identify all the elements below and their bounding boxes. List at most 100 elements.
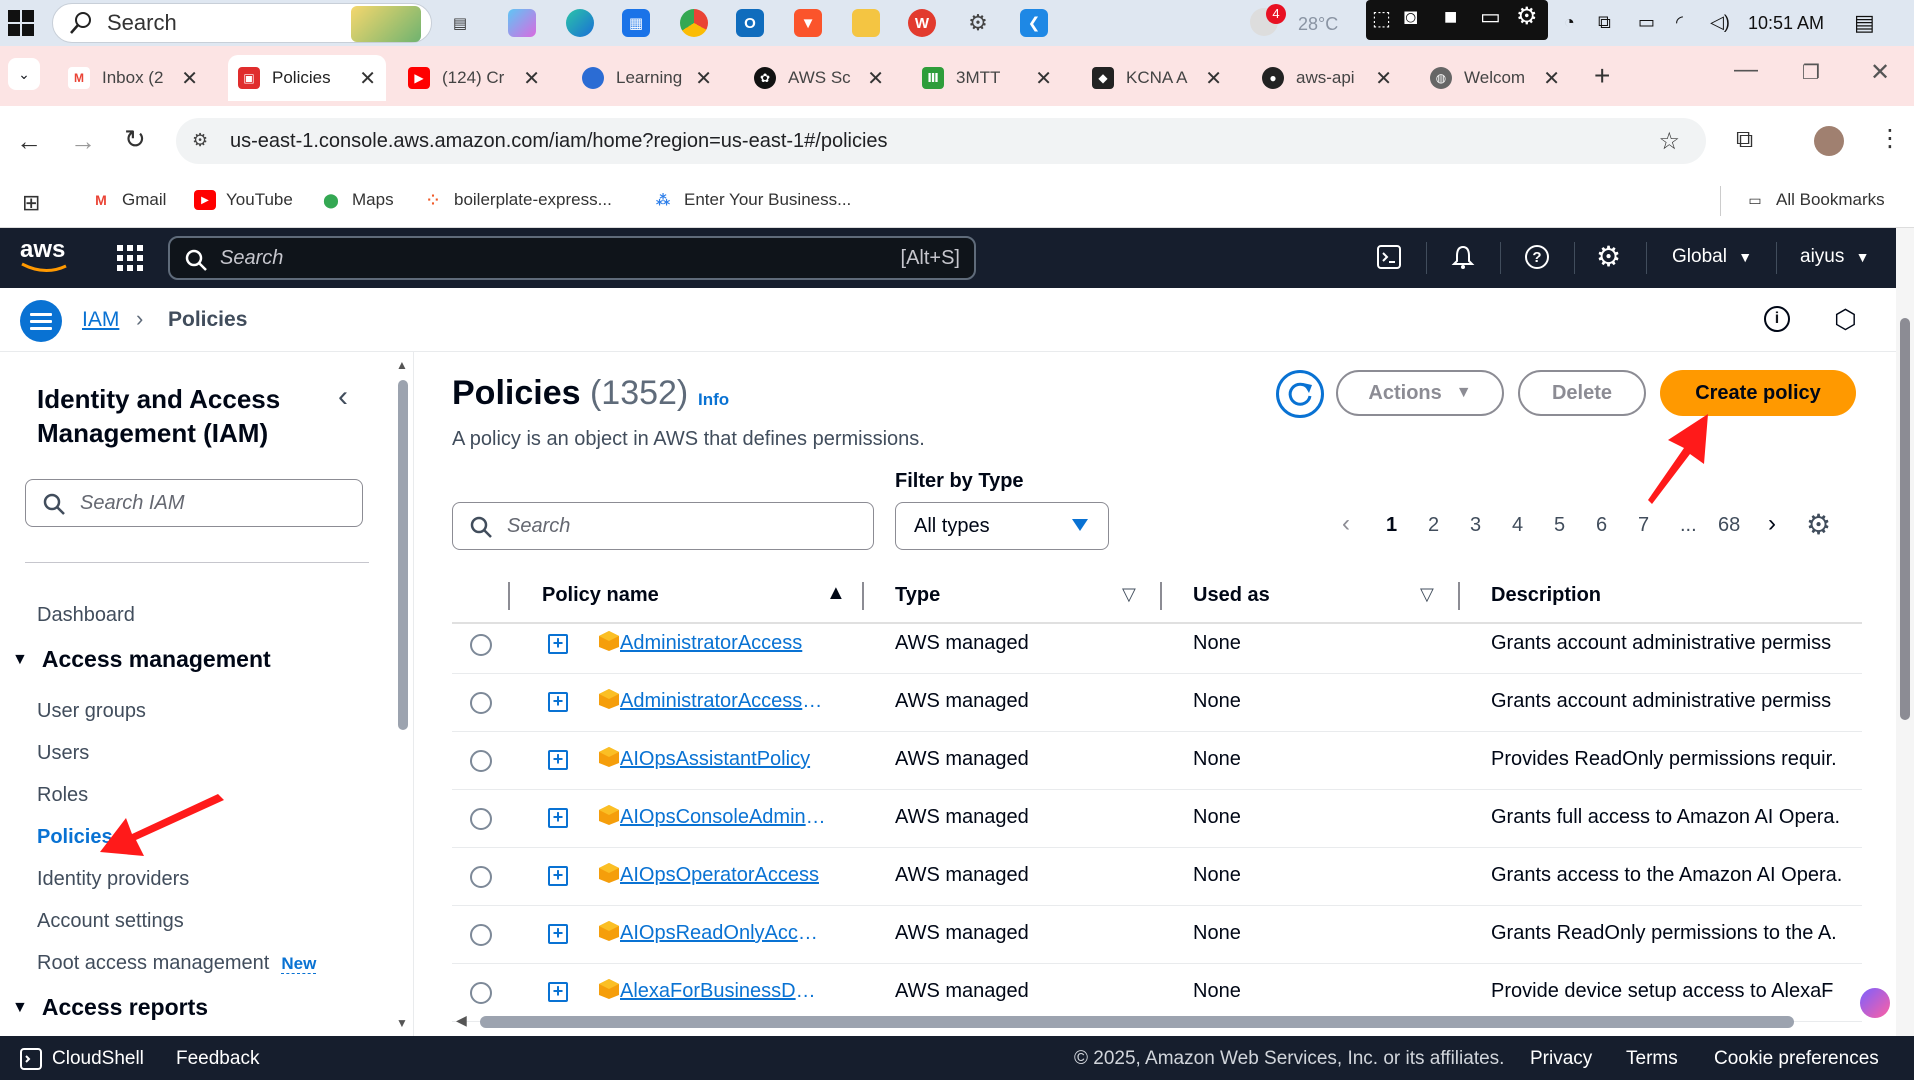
sidebar-item-dashboard[interactable]: Dashboard [37, 604, 135, 627]
extensions-icon[interactable]: ⧉ [1736, 126, 1753, 154]
table-row[interactable]: + AdministratorAccess AWS managed None G… [452, 616, 1862, 674]
row-radio[interactable] [470, 750, 492, 772]
tab-github[interactable]: ● aws-api ✕ [1252, 55, 1402, 101]
gear-icon[interactable]: ⚙ [1516, 2, 1538, 31]
privacy-link[interactable]: Privacy [1530, 1048, 1592, 1070]
browser-menu-icon[interactable]: ⋮ [1878, 124, 1902, 153]
close-icon[interactable]: ✕ [1205, 66, 1222, 91]
page-68[interactable]: 68 [1718, 514, 1740, 537]
aws-search-input[interactable]: Search [Alt+S] [168, 236, 976, 280]
windows-start-icon[interactable] [8, 10, 34, 36]
brave-icon[interactable]: ▼ [794, 9, 822, 37]
vscode-icon[interactable]: ❮ [1020, 9, 1048, 37]
sidebar-scrollbar[interactable] [398, 380, 408, 730]
tab-youtube[interactable]: ▶ (124) Cr ✕ [398, 55, 550, 101]
volume-icon[interactable]: ◁) [1710, 12, 1730, 33]
copilot-icon[interactable] [508, 9, 536, 37]
sidebar-scroll-up[interactable]: ▲ [396, 358, 408, 372]
info-icon[interactable]: i [1764, 306, 1790, 332]
table-row[interactable]: + AdministratorAccess-Amplify AWS manage… [452, 674, 1862, 732]
file-explorer-icon[interactable] [852, 9, 880, 37]
cursor-icon[interactable]: ⬚ [1372, 6, 1391, 31]
bookmark-boilerplate[interactable]: ⁘ boilerplate-express... [422, 190, 612, 210]
feedback-link[interactable]: Feedback [176, 1048, 259, 1070]
table-row[interactable]: + AIOpsConsoleAdminPolicy AWS managed No… [452, 790, 1862, 848]
tab-3mtt[interactable]: Ⅲ 3MTT ✕ [912, 55, 1062, 101]
pagination-next-icon[interactable]: › [1768, 510, 1776, 538]
hexagon-settings-icon[interactable]: ⬡ [1834, 304, 1857, 335]
site-info-icon[interactable]: ⚙ [192, 130, 208, 151]
bookmark-maps[interactable]: ⬤ Maps [320, 190, 393, 210]
table-row[interactable]: + AIOpsOperatorAccess AWS managed None G… [452, 848, 1862, 906]
close-icon[interactable]: ✕ [359, 66, 376, 91]
refresh-button[interactable] [1276, 370, 1324, 418]
outlook-icon[interactable]: O [736, 9, 764, 37]
camera-icon[interactable]: ◙ [1404, 4, 1417, 30]
policy-name-link[interactable]: AIOpsConsoleAdminPolicy [620, 806, 826, 829]
sidebar-item-account-settings[interactable]: Account settings [37, 910, 184, 933]
sort-icon[interactable]: ▽ [1122, 584, 1136, 605]
table-row[interactable]: + AIOpsReadOnlyAccess AWS managed None G… [452, 906, 1862, 964]
close-icon[interactable]: ✕ [1035, 66, 1052, 91]
row-radio[interactable] [470, 924, 492, 946]
expand-icon[interactable]: + [548, 750, 568, 770]
close-icon[interactable]: ✕ [523, 66, 540, 91]
chrome-icon[interactable] [680, 9, 708, 37]
sort-ascending-icon[interactable]: ▲ [826, 582, 846, 605]
cloudshell-icon[interactable] [1376, 244, 1404, 272]
settings-icon[interactable]: ⚙ [964, 9, 992, 37]
create-policy-button[interactable]: Create policy [1660, 370, 1856, 416]
row-radio[interactable] [470, 866, 492, 888]
page-1[interactable]: 1 [1386, 514, 1397, 537]
column-header-used-as[interactable]: Used as [1193, 584, 1270, 607]
horizontal-scrollbar[interactable] [480, 1016, 1794, 1028]
table-settings-icon[interactable]: ⚙ [1806, 508, 1831, 541]
expand-icon[interactable]: + [548, 982, 568, 1002]
region-selector[interactable]: Global ▼ [1672, 246, 1752, 268]
collapse-sidebar-icon[interactable]: ‹ [338, 380, 348, 414]
expand-icon[interactable]: + [548, 866, 568, 886]
policy-name-link[interactable]: AIOpsAssistantPolicy [620, 748, 826, 771]
expand-icon[interactable]: + [548, 924, 568, 944]
taskbar-search[interactable]: Search [52, 3, 432, 43]
tab-kcna[interactable]: ◆ KCNA A ✕ [1082, 55, 1232, 101]
search-iam-input[interactable]: Search IAM [25, 479, 363, 527]
battery-icon[interactable]: ▭ [1638, 12, 1655, 33]
table-row[interactable]: + AIOpsAssistantPolicy AWS managed None … [452, 732, 1862, 790]
clock[interactable]: 10:51 AM [1748, 13, 1824, 34]
account-menu[interactable]: aiyus ▼ [1800, 246, 1870, 268]
close-window-button[interactable]: ✕ [1870, 58, 1890, 87]
sidebar-item-root-access[interactable]: Root access management New [37, 952, 317, 975]
cookie-preferences-link[interactable]: Cookie preferences [1714, 1048, 1879, 1070]
table-row[interactable]: + AlexaForBusinessDeviceSetup AWS manage… [452, 964, 1862, 1022]
video-icon[interactable]: ■ [1444, 4, 1457, 30]
close-icon[interactable]: ✕ [695, 66, 712, 91]
close-icon[interactable]: ✕ [867, 66, 884, 91]
tab-policies[interactable]: ▣ Policies ✕ [228, 55, 386, 101]
task-view-icon[interactable]: ▤ [446, 9, 474, 37]
bookmark-business[interactable]: ⁂ Enter Your Business... [652, 190, 851, 210]
edge-icon[interactable] [566, 9, 594, 37]
tab-aws-sc[interactable]: ✿ AWS Sc ✕ [744, 55, 894, 101]
close-icon[interactable]: ✕ [181, 66, 198, 91]
apps-icon[interactable]: ⊞ [22, 190, 40, 216]
sidebar-item-roles[interactable]: Roles [37, 784, 88, 807]
store-icon[interactable]: ▦ [622, 9, 650, 37]
all-bookmarks[interactable]: ▭ All Bookmarks [1744, 190, 1884, 210]
reload-button[interactable]: ↻ [124, 124, 146, 155]
restore-button[interactable]: ❐ [1802, 60, 1820, 85]
terms-link[interactable]: Terms [1626, 1048, 1678, 1070]
services-menu-icon[interactable] [116, 244, 144, 272]
forward-button[interactable]: → [70, 126, 96, 157]
bookmark-youtube[interactable]: ▶ YouTube [194, 190, 293, 210]
policy-name-link[interactable]: AdministratorAccess [620, 632, 826, 655]
expand-icon[interactable]: + [548, 634, 568, 654]
wifi-icon[interactable]: ◜ [1676, 12, 1683, 33]
page-5[interactable]: 5 [1554, 514, 1565, 537]
page-7[interactable]: 7 [1638, 514, 1649, 537]
actions-button[interactable]: Actions ▼ [1336, 370, 1504, 416]
page-scrollbar[interactable] [1900, 318, 1910, 720]
vpn-icon[interactable]: ⧉ [1598, 12, 1611, 33]
row-radio[interactable] [470, 982, 492, 1004]
aws-logo[interactable]: aws [20, 236, 70, 276]
